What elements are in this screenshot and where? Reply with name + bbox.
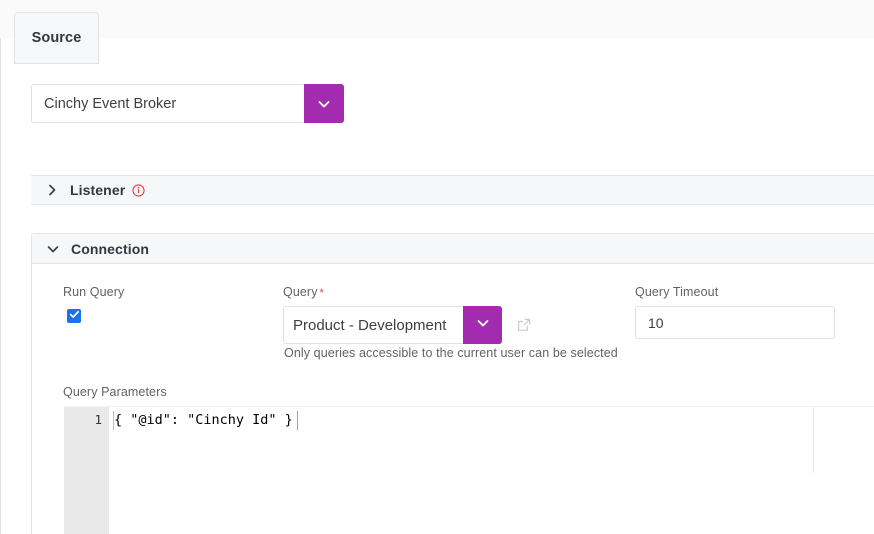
chevron-down-icon	[44, 240, 62, 258]
accordion-listener-title: Listener	[70, 182, 126, 198]
query-label: Query *	[283, 285, 324, 299]
accordion-listener[interactable]: Listener	[31, 175, 874, 205]
query-helper-text: Only queries accessible to the current u…	[284, 346, 618, 360]
external-link-icon[interactable]	[516, 317, 532, 333]
query-select-value[interactable]: Product - Development	[283, 306, 463, 344]
query-parameters-label: Query Parameters	[63, 385, 167, 399]
info-circle-icon[interactable]	[132, 183, 145, 197]
tab-source-label: Source	[31, 30, 82, 46]
checkmark-icon	[69, 307, 80, 325]
accordion-connection-header[interactable]: Connection	[32, 234, 874, 264]
query-dropdown-button[interactable]	[463, 306, 502, 344]
source-configuration-screen: Source Cinchy Event Broker Listener Conn…	[0, 0, 874, 534]
source-content-panel: Cinchy Event Broker Listener Connection …	[0, 38, 874, 534]
run-query-checkbox[interactable]	[67, 309, 81, 323]
editor-code-line[interactable]: { "@id": "Cinchy Id" }	[114, 412, 293, 428]
accordion-connection-title: Connection	[71, 240, 149, 257]
query-required-marker: *	[319, 287, 324, 299]
editor-bracket-highlight-right	[297, 411, 298, 430]
editor-line-gutter: 1	[64, 407, 109, 534]
query-timeout-input[interactable]: 10	[635, 306, 835, 339]
source-type-dropdown-button[interactable]	[304, 84, 344, 123]
source-type-select[interactable]: Cinchy Event Broker	[31, 84, 344, 123]
accordion-connection-panel: Connection Run Query Query * Product - De…	[31, 233, 874, 534]
run-query-label: Run Query	[63, 285, 125, 299]
source-type-value[interactable]: Cinchy Event Broker	[31, 84, 304, 123]
chevron-right-icon	[43, 181, 61, 199]
tab-strip	[0, 0, 874, 39]
editor-vertical-ruler	[813, 407, 814, 473]
chevron-down-icon	[475, 315, 491, 336]
query-label-text: Query	[283, 285, 318, 299]
query-timeout-label: Query Timeout	[635, 285, 719, 299]
tab-source[interactable]: Source	[14, 12, 99, 64]
query-select-row: Product - Development	[283, 306, 532, 344]
chevron-down-icon	[316, 96, 332, 112]
query-parameters-code-editor[interactable]: 1 { "@id": "Cinchy Id" }	[64, 406, 874, 534]
editor-line-number: 1	[94, 412, 102, 427]
